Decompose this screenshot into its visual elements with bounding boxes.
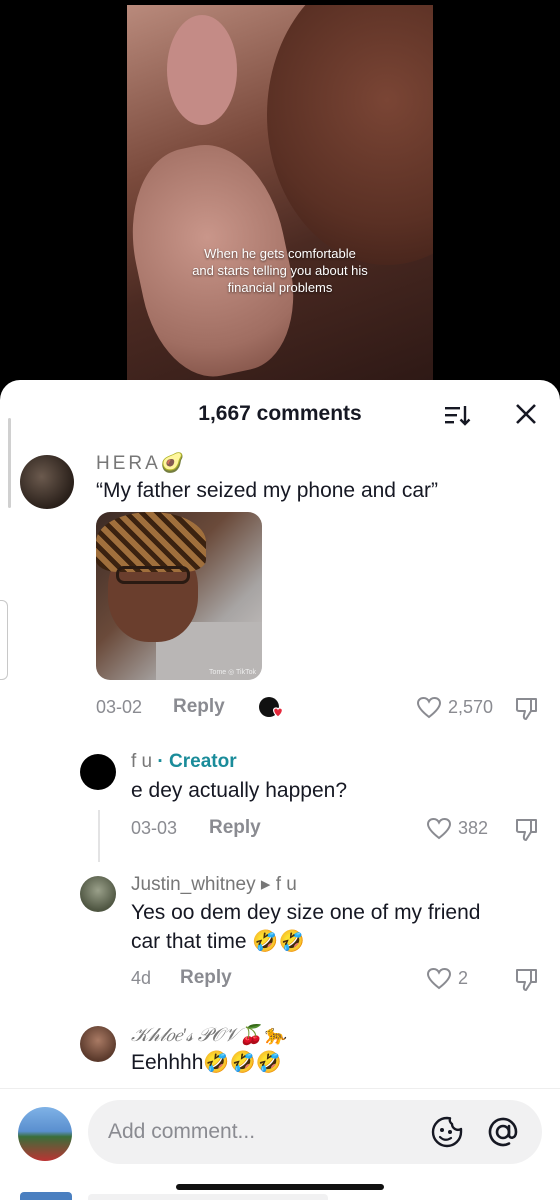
scrollbar[interactable] (8, 418, 11, 508)
like-count: 382 (458, 818, 489, 838)
comment-username[interactable]: f u · Creator (131, 751, 237, 773)
next-avatar-peek (20, 1192, 72, 1200)
comment-text: “My father seized my phone and car” (96, 479, 438, 502)
creator-liked-icon (259, 697, 283, 718)
heart-icon[interactable] (416, 696, 442, 720)
comment-date: 03-02 (96, 697, 143, 717)
avatar[interactable] (80, 754, 116, 790)
video-caption: When he gets comfortable and starts tell… (127, 245, 433, 296)
comment-input[interactable]: Add comment... (88, 1100, 542, 1164)
thread-line (98, 810, 100, 862)
comment-date: 4d (131, 968, 152, 988)
caption-line-1: When he gets comfortable (204, 246, 356, 261)
creator-badge: · Creator (157, 751, 237, 772)
comment-photo[interactable]: Tome ◎ TikTok (96, 512, 262, 680)
comment-username[interactable]: HERA🥑 (96, 451, 187, 475)
home-indicator (176, 1184, 384, 1190)
comment-text: e dey actually happen? (131, 779, 347, 802)
comment-username[interactable]: 𝒦𝒽𝓁𝑜𝑒'𝓈 𝒫𝒪𝒱🍒🐆 (131, 1023, 287, 1047)
reply-button[interactable]: Reply (173, 696, 225, 718)
photo-watermark: Tome ◎ TikTok (209, 669, 256, 676)
dislike-icon[interactable] (514, 817, 540, 843)
dislike-icon[interactable] (514, 967, 540, 993)
reply-button[interactable]: Reply (209, 817, 261, 839)
comments-sheet: 1,667 comments HERA🥑 “My father seized m… (0, 380, 560, 1200)
emoji-icon[interactable] (430, 1115, 464, 1149)
video-frame: When he gets comfortable and starts tell… (127, 5, 433, 400)
heart-icon[interactable] (426, 817, 452, 841)
heart-icon[interactable] (426, 967, 452, 991)
video-player[interactable]: When he gets comfortable and starts tell… (0, 0, 560, 400)
video-ear (167, 15, 237, 125)
sort-icon[interactable] (444, 404, 472, 428)
comments-header: 1,667 comments (0, 400, 560, 430)
next-input-peek (88, 1194, 328, 1200)
photo-glasses (116, 566, 190, 584)
caption-line-3: financial problems (227, 280, 333, 295)
at-icon[interactable] (486, 1115, 520, 1149)
avatar[interactable] (80, 1026, 116, 1062)
close-icon[interactable] (512, 404, 540, 428)
like-count: 2 (458, 968, 469, 988)
photo-bonnet (96, 512, 206, 572)
comment-placeholder: Add comment... (108, 1120, 256, 1143)
avatar[interactable] (20, 455, 74, 509)
reply-button[interactable]: Reply (180, 967, 232, 989)
my-avatar[interactable] (18, 1107, 72, 1161)
avatar[interactable] (80, 876, 116, 912)
comment-text: Yes oo dem dey size one of my friend car… (131, 898, 480, 956)
username-text: Justin_whitney (131, 874, 256, 895)
comment-text-line-2: car that time 🤣🤣 (131, 930, 305, 953)
comment-username[interactable]: Justin_whitney ▸ f u (131, 873, 297, 896)
comment-text: Eehhhh🤣🤣🤣 (131, 1051, 282, 1074)
dislike-icon[interactable] (514, 696, 540, 722)
like-count: 2,570 (448, 697, 494, 717)
reply-to: ▸ f u (260, 874, 297, 895)
side-handle[interactable] (0, 600, 8, 680)
comments-count-title: 1,667 comments (198, 402, 362, 425)
caption-line-2: and starts telling you about his (192, 263, 368, 278)
video-face (267, 5, 433, 265)
comment-text-line-1: Yes oo dem dey size one of my friend (131, 901, 481, 924)
comment-date: 03-03 (131, 818, 178, 838)
username-text: f u (131, 751, 153, 772)
